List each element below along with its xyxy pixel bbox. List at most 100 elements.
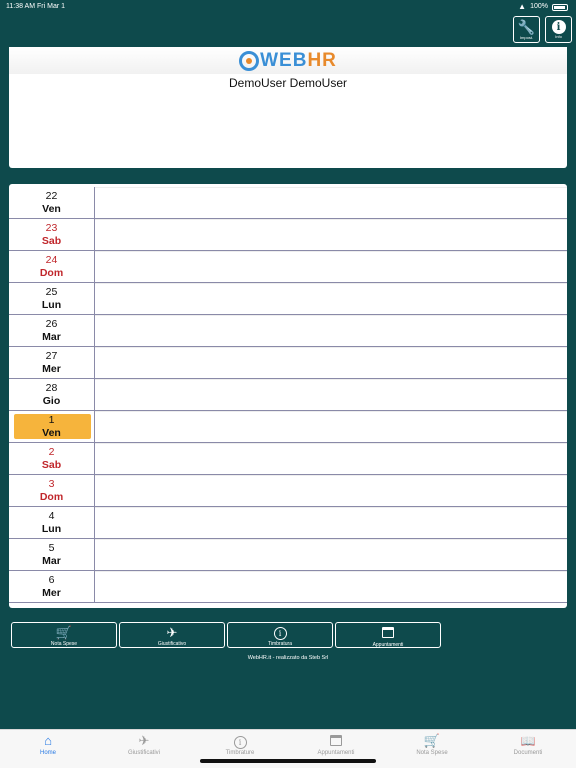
calendar-row[interactable]: 24 Dom	[9, 251, 567, 283]
justification-label: Giustificativo	[157, 641, 187, 647]
day-name: Dom	[39, 491, 64, 503]
tab-appointments-label: Appuntamenti	[317, 750, 355, 756]
day-events-cell[interactable]	[95, 475, 567, 506]
calendar-list[interactable]: 22 Ven 23 Sab 24 Dom 25 Lun 26 Mar 27 Mer 28 Gio 1 Ven 2…	[9, 184, 567, 608]
day-events-cell[interactable]	[95, 571, 567, 602]
day-events-cell[interactable]	[95, 347, 567, 378]
calendar-row[interactable]: 27 Mer	[9, 347, 567, 379]
day-name: Mer	[42, 363, 61, 375]
clock-in-label: Timbratura	[268, 641, 292, 647]
day-events-cell[interactable]	[95, 507, 567, 538]
tab-home-label: Home	[39, 750, 56, 756]
day-number: 22	[45, 190, 58, 202]
day-events-cell[interactable]	[95, 443, 567, 474]
expense-note-button[interactable]: 🛒 Nota Spese	[11, 622, 117, 648]
day-events-cell[interactable]	[95, 251, 567, 282]
clock-info-icon: i	[273, 627, 287, 640]
calendar-day: 6 Mer	[9, 571, 95, 602]
tab-justifications-label: Giustificativi	[127, 750, 160, 756]
tab-justifications[interactable]: ✈ Giustificativi	[96, 733, 192, 757]
calendar-day: 27 Mer	[9, 347, 95, 378]
wrench-icon: 🔧	[517, 18, 536, 35]
day-number: 2	[48, 446, 55, 458]
tab-clock-ins[interactable]: i Timbrature	[192, 733, 288, 757]
battery-icon	[552, 3, 568, 11]
day-events-cell[interactable]	[95, 379, 567, 410]
calendar-day-today: 1 Ven	[9, 411, 95, 442]
day-events-cell[interactable]	[95, 219, 567, 250]
status-time: 11:38 AM Fri Mar 1	[6, 3, 66, 10]
calendar-day: 28 Gio	[9, 379, 95, 410]
logo-hr-text: HR	[307, 49, 337, 71]
calendar-day: 4 Lun	[9, 507, 95, 538]
home-indicator	[200, 759, 376, 763]
calendar-row[interactable]: 2 Sab	[9, 443, 567, 475]
day-name: Dom	[39, 267, 64, 279]
home-icon: ⌂	[44, 733, 52, 748]
day-events-cell[interactable]	[95, 187, 567, 218]
calendar-icon	[288, 733, 384, 749]
cart-icon: 🛒	[55, 625, 73, 640]
day-name: Gio	[42, 395, 61, 407]
settings-button[interactable]: 🔧 Impost.	[513, 16, 540, 43]
calendar-row[interactable]: 26 Mar	[9, 315, 567, 347]
status-indicators: ▲ 100%	[518, 1, 568, 13]
day-number: 28	[45, 382, 58, 394]
calendar-day: 24 Dom	[9, 251, 95, 282]
status-bar: 11:38 AM Fri Mar 1 ▲ 100%	[0, 0, 576, 14]
clock-in-button[interactable]: i Timbratura	[227, 622, 333, 648]
tab-documents[interactable]: 📖 Documenti	[480, 733, 576, 757]
wifi-icon: ▲	[518, 2, 527, 11]
tab-documents-label: Documenti	[513, 750, 543, 756]
day-number: 4	[48, 510, 55, 522]
calendar-row[interactable]: 3 Dom	[9, 475, 567, 507]
day-name: Mar	[42, 555, 61, 567]
calendar-row[interactable]: 22 Ven	[9, 187, 567, 219]
clock-info-icon: i	[192, 733, 288, 749]
tab-expense-notes[interactable]: 🛒 Nota Spese	[384, 733, 480, 757]
logo-ring-icon	[239, 50, 260, 71]
day-name: Lun	[41, 299, 62, 311]
calendar-day: 3 Dom	[9, 475, 95, 506]
calendar-row[interactable]: 1 Ven	[9, 411, 567, 443]
calendar-day: 23 Sab	[9, 219, 95, 250]
day-events-cell[interactable]	[95, 539, 567, 570]
webhr-logo: WEB HR	[239, 50, 337, 72]
logo-band: WEB HR	[9, 47, 567, 74]
appointments-button[interactable]: Appuntamenti	[335, 622, 441, 648]
info-button[interactable]: i Info	[545, 16, 572, 43]
day-events-cell[interactable]	[95, 283, 567, 314]
info-icon: i	[551, 20, 566, 34]
day-number: 26	[45, 318, 58, 330]
day-name: Mer	[42, 587, 61, 599]
tab-appointments[interactable]: Appuntamenti	[288, 733, 384, 757]
info-label: Info	[555, 34, 562, 39]
tab-home[interactable]: ⌂ Home	[0, 733, 96, 757]
day-number: 25	[45, 286, 58, 298]
calendar-row[interactable]: 23 Sab	[9, 219, 567, 251]
day-events-cell[interactable]	[95, 411, 567, 442]
battery-percent: 100%	[530, 3, 548, 10]
day-number: 3	[48, 478, 55, 490]
day-name: Ven	[42, 427, 61, 439]
cart-icon: 🛒	[423, 733, 441, 748]
user-name: DemoUser DemoUser	[228, 76, 348, 90]
footer-credit: WebHR.it - realizzato da Steb Srl	[247, 655, 329, 661]
justification-button[interactable]: ✈ Giustificativo	[119, 622, 225, 648]
day-number: 27	[45, 350, 58, 362]
day-events-cell[interactable]	[95, 315, 567, 346]
day-name: Mar	[42, 331, 61, 343]
day-name: Ven	[42, 203, 61, 215]
calendar-row[interactable]: 25 Lun	[9, 283, 567, 315]
appointments-label: Appuntamenti	[372, 642, 404, 648]
calendar-day: 26 Mar	[9, 315, 95, 346]
day-name: Sab	[41, 235, 62, 247]
tab-expense-notes-label: Nota Spese	[416, 750, 448, 756]
calendar-row[interactable]: 28 Gio	[9, 379, 567, 411]
calendar-row[interactable]: 5 Mar	[9, 539, 567, 571]
airplane-icon: ✈	[166, 625, 178, 640]
calendar-row[interactable]: 4 Lun	[9, 507, 567, 539]
logo-web-text: WEB	[260, 49, 308, 71]
airplane-icon: ✈	[138, 733, 150, 748]
calendar-row[interactable]: 6 Mer	[9, 571, 567, 603]
